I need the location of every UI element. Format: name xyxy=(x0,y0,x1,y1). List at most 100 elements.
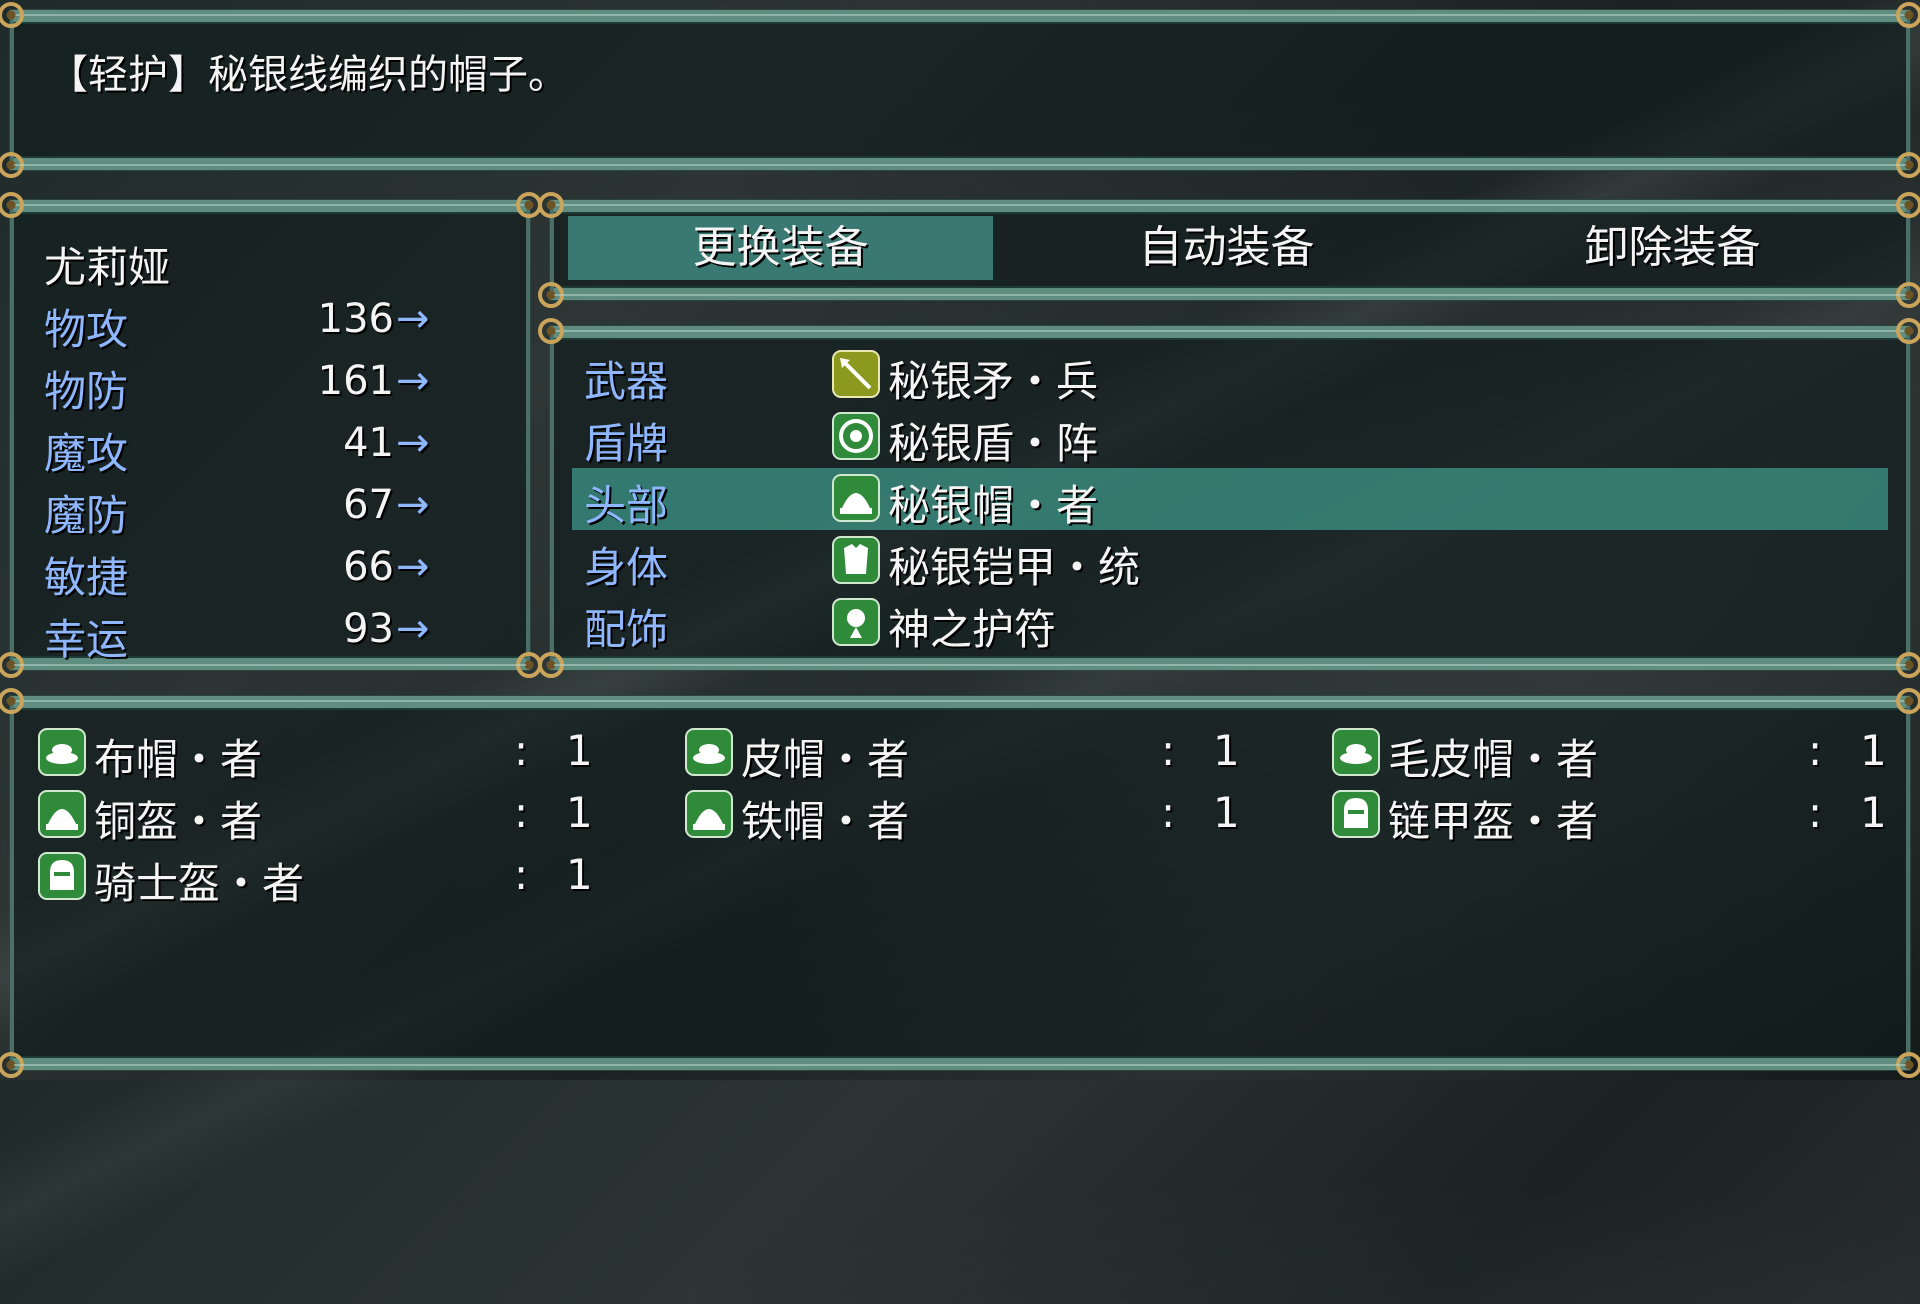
stat-row-def: 物防 161 → xyxy=(44,358,504,420)
item-count: 1 xyxy=(1213,788,1240,837)
slot-row-accessory[interactable]: 配饰 神之护符 xyxy=(572,592,1888,654)
item-count: 1 xyxy=(1860,726,1887,775)
item-name: 布帽・者 xyxy=(94,735,263,784)
right-arrow-icon: → xyxy=(396,606,430,652)
item-count: 1 xyxy=(1213,726,1240,775)
item-name: 铜盔・者 xyxy=(94,797,263,846)
knight-helm-icon xyxy=(1332,790,1380,838)
item-name: 骑士盔・者 xyxy=(94,859,305,908)
equip-command-window: 更换装备 自动装备 卸除装备 xyxy=(538,192,1920,308)
stat-value: 41 xyxy=(343,420,394,466)
stat-value: 93 xyxy=(343,606,394,652)
stat-row-atk: 物攻 136 → xyxy=(44,296,504,358)
right-arrow-icon: → xyxy=(396,420,430,466)
item-name: 链甲盔・者 xyxy=(1388,797,1599,846)
stat-row-luk: 幸运 93 → xyxy=(44,606,504,668)
right-arrow-icon: → xyxy=(396,544,430,590)
slot-row-weapon[interactable]: 武器 秘银矛・兵 xyxy=(572,344,1888,406)
actor-name: 尤莉娅 xyxy=(44,243,171,292)
item-count: 1 xyxy=(566,850,593,899)
item-name: 毛皮帽・者 xyxy=(1388,735,1599,784)
item-count-separator: : xyxy=(1808,788,1823,837)
equipped-item-name: 秘银矛・兵 xyxy=(888,357,1099,406)
stat-row-mat: 魔攻 41 → xyxy=(44,420,504,482)
helmet-icon xyxy=(832,474,880,522)
item-count-separator: : xyxy=(1808,726,1823,775)
slot-label: 头部 xyxy=(584,481,669,530)
item-name: 铁帽・者 xyxy=(741,797,910,846)
item-description: 【轻护】秘银线编织的帽子。 xyxy=(48,52,568,98)
stat-value: 66 xyxy=(343,544,394,590)
stat-value: 67 xyxy=(343,482,394,528)
equipped-item-name: 神之护符 xyxy=(888,605,1057,654)
slot-row-shield[interactable]: 盾牌 秘银盾・阵 xyxy=(572,406,1888,468)
equip-slot-window: 武器 秘银矛・兵 盾牌 秘银盾・阵 头部 秘银帽・者 身体 秘银铠甲・统 配饰 … xyxy=(538,318,1920,678)
equip-item-list-window: 布帽・者 : 1 皮帽・者 : 1 毛皮帽・者 : 1 铜盔・者 : 1 铁帽・… xyxy=(0,688,1920,1078)
stat-value: 136 xyxy=(317,296,394,342)
slot-row-head[interactable]: 头部 秘银帽・者 xyxy=(572,468,1888,530)
right-arrow-icon: → xyxy=(396,358,430,404)
frame-corner-ornament xyxy=(1896,652,1920,678)
frame-corner-ornament xyxy=(538,282,564,308)
frame-corner-ornament xyxy=(0,152,24,178)
item-count-separator: : xyxy=(514,850,529,899)
stat-label: 幸运 xyxy=(44,615,129,664)
frame-corner-ornament xyxy=(1896,2,1920,28)
frame-corner-ornament xyxy=(1896,192,1920,218)
knight-helm-icon xyxy=(38,852,86,900)
frame-corner-ornament xyxy=(1896,318,1920,344)
slot-label: 配饰 xyxy=(584,605,669,654)
helmet-icon xyxy=(685,790,733,838)
stat-row-agi: 敏捷 66 → xyxy=(44,544,504,606)
frame-corner-ornament xyxy=(538,318,564,344)
item-count: 1 xyxy=(1860,788,1887,837)
item-list-entry[interactable]: 铁帽・者 : 1 xyxy=(685,784,1295,846)
slot-label: 武器 xyxy=(584,357,669,406)
change-equipment-button[interactable]: 更换装备 xyxy=(568,216,993,280)
frame-corner-ornament xyxy=(0,1052,24,1078)
cap-icon xyxy=(685,728,733,776)
frame-corner-ornament xyxy=(0,688,24,714)
stat-label: 魔攻 xyxy=(44,429,129,478)
stat-label: 敏捷 xyxy=(44,553,129,602)
item-count-separator: : xyxy=(514,726,529,775)
slot-label: 盾牌 xyxy=(584,419,669,468)
stat-label: 物防 xyxy=(44,367,129,416)
equipped-item-name: 秘银帽・者 xyxy=(888,481,1099,530)
equipped-item-name: 秘银盾・阵 xyxy=(888,419,1099,468)
stat-label: 物攻 xyxy=(44,305,129,354)
slot-row-body[interactable]: 身体 秘银铠甲・统 xyxy=(572,530,1888,592)
stat-label: 魔防 xyxy=(44,491,129,540)
frame-corner-ornament xyxy=(538,652,564,678)
frame-corner-ornament xyxy=(0,2,24,28)
item-name: 皮帽・者 xyxy=(741,735,910,784)
item-list-entry[interactable]: 皮帽・者 : 1 xyxy=(685,722,1295,784)
slot-label: 身体 xyxy=(584,543,669,592)
frame-corner-ornament xyxy=(538,192,564,218)
item-count-separator: : xyxy=(1161,788,1176,837)
auto-equip-button[interactable]: 自动装备 xyxy=(1014,216,1439,280)
frame-corner-ornament xyxy=(0,192,24,218)
item-count: 1 xyxy=(566,788,593,837)
stat-value: 161 xyxy=(317,358,394,404)
help-window: 【轻护】秘银线编织的帽子。 xyxy=(0,2,1920,178)
item-count: 1 xyxy=(566,726,593,775)
actor-status-window: 尤莉娅 物攻 136 → 物防 161 → 魔攻 41 → 魔防 67 → 敏捷… xyxy=(0,192,542,678)
item-list-entry[interactable]: 布帽・者 : 1 xyxy=(38,722,648,784)
item-count-separator: : xyxy=(1161,726,1176,775)
item-list-entry[interactable]: 链甲盔・者 : 1 xyxy=(1332,784,1920,846)
frame-corner-ornament xyxy=(1896,282,1920,308)
amulet-icon xyxy=(832,598,880,646)
helmet-icon xyxy=(38,790,86,838)
right-arrow-icon: → xyxy=(396,296,430,342)
frame-corner-ornament xyxy=(1896,688,1920,714)
cap-icon xyxy=(1332,728,1380,776)
armor-icon xyxy=(832,536,880,584)
item-list-entry[interactable]: 铜盔・者 : 1 xyxy=(38,784,648,846)
item-list-entry[interactable]: 骑士盔・者 : 1 xyxy=(38,846,648,908)
stat-row-mdf: 魔防 67 → xyxy=(44,482,504,544)
cap-icon xyxy=(38,728,86,776)
remove-all-equipment-button[interactable]: 卸除装备 xyxy=(1460,216,1885,280)
shield-icon xyxy=(832,412,880,460)
item-list-entry[interactable]: 毛皮帽・者 : 1 xyxy=(1332,722,1920,784)
